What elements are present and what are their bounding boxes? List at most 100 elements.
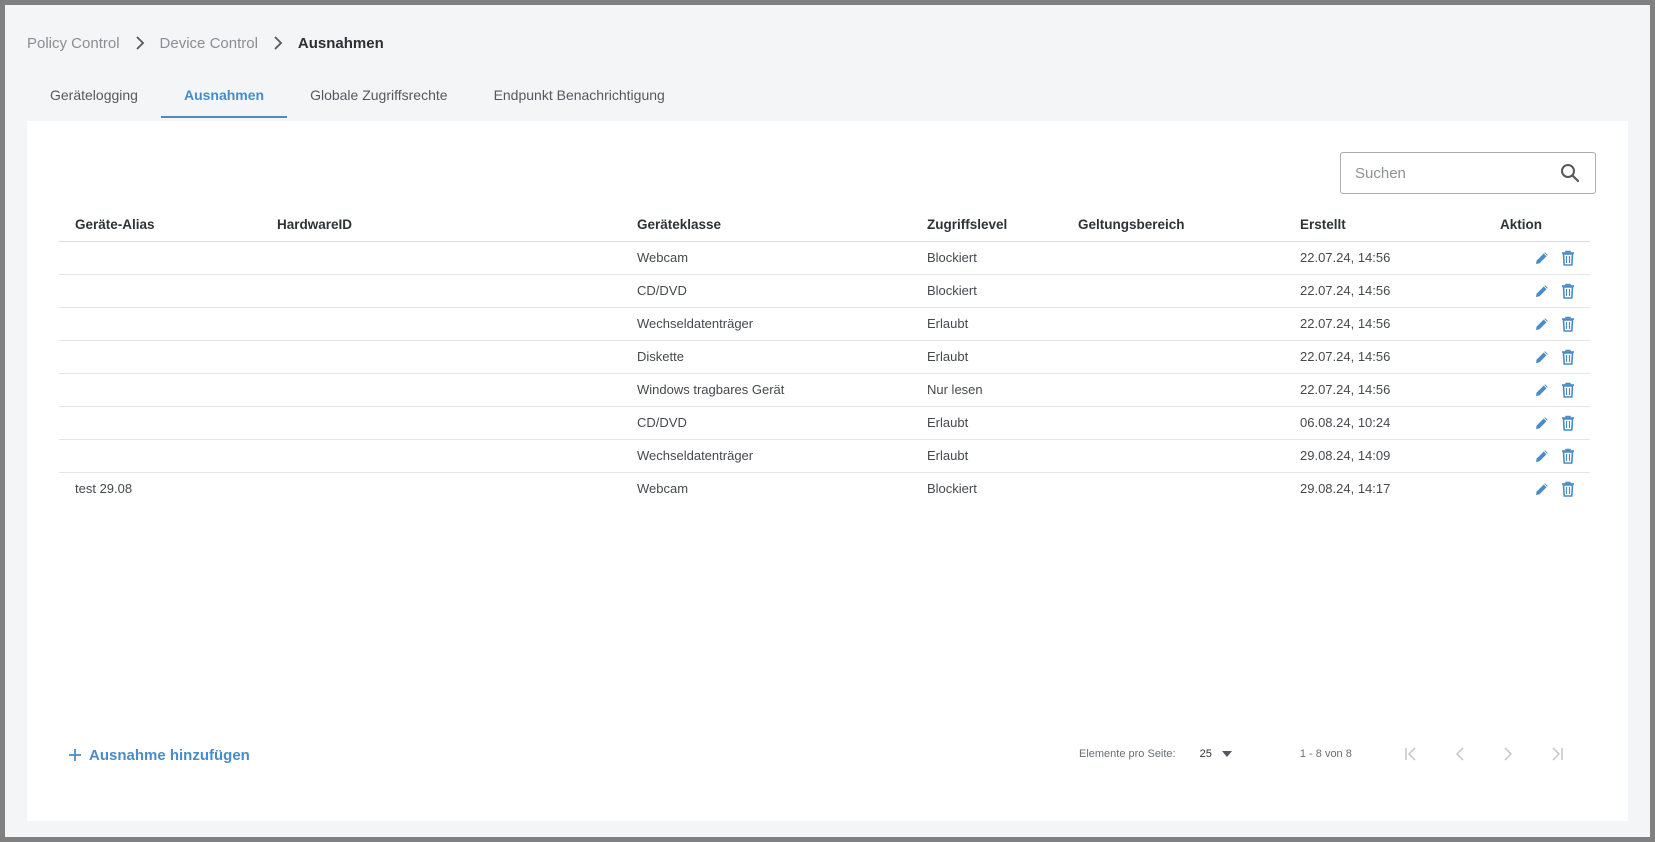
cell-actions (1500, 274, 1590, 308)
plus-icon (69, 749, 81, 761)
table-row: Wechseldatenträger Erlaubt 22.07.24, 14:56 (59, 307, 1590, 341)
breadcrumb-item-policy-control[interactable]: Policy Control (27, 35, 120, 52)
cell-device-class: Diskette (637, 340, 927, 374)
row-actions (1500, 413, 1590, 433)
edit-icon[interactable] (1532, 347, 1552, 367)
delete-icon[interactable] (1558, 248, 1578, 268)
cell-actions (1500, 472, 1590, 505)
edit-icon[interactable] (1532, 380, 1552, 400)
cell-alias (59, 241, 277, 275)
cell-device-class: CD/DVD (637, 406, 927, 440)
add-exception-button[interactable]: Ausnahme hinzufügen (69, 744, 250, 766)
cell-access-level: Erlaubt (927, 439, 1078, 473)
column-header-created[interactable]: Erstellt (1300, 208, 1500, 242)
cell-created: 29.08.24, 14:17 (1300, 481, 1391, 497)
paginator: Elemente pro Seite: 25 1 - 8 von 8 (1079, 742, 1568, 766)
cell-access-level: Blockiert (927, 241, 1078, 275)
tab-endpunkt-benachrichtigung[interactable]: Endpunkt Benachrichtigung (471, 75, 688, 118)
row-actions (1500, 281, 1590, 301)
column-header-action: Aktion (1500, 208, 1590, 242)
column-header-scope[interactable]: Geltungsbereich (1078, 208, 1300, 242)
cell-scope (1078, 340, 1300, 374)
cell-created: 06.08.24, 10:24 (1300, 406, 1500, 440)
breadcrumb-item-device-control[interactable]: Device Control (160, 35, 258, 52)
cell-scope (1078, 472, 1300, 505)
cell-device-class: Windows tragbares Gerät (637, 373, 927, 407)
cell-actions (1500, 373, 1590, 407)
cell-created: 22.07.24, 14:56 (1300, 373, 1500, 407)
row-actions (1500, 479, 1590, 499)
column-header-alias[interactable]: Geräte-Alias (59, 208, 277, 242)
tab-bar: Gerätelogging Ausnahmen Globale Zugriffs… (27, 75, 688, 118)
cell-hardware-id (277, 472, 637, 505)
search-input[interactable] (1355, 164, 1559, 182)
page-range-label: 1 - 8 von 8 (1299, 748, 1352, 760)
cell-actions (1500, 307, 1590, 341)
column-header-device-class[interactable]: Geräteklasse (637, 208, 927, 242)
column-header-access-level[interactable]: Zugriffslevel (927, 208, 1078, 242)
delete-icon[interactable] (1558, 347, 1578, 367)
cell-scope (1078, 373, 1300, 407)
items-per-page-value: 25 (1199, 748, 1212, 760)
table-row: Wechseldatenträger Erlaubt 29.08.24, 14:09 (59, 439, 1590, 473)
first-page-icon[interactable] (1400, 742, 1424, 766)
app-frame: Policy Control Device Control Ausnahmen … (5, 5, 1650, 837)
cell-scope (1078, 439, 1300, 473)
next-page-icon[interactable] (1496, 742, 1520, 766)
cell-access-level: Blockiert (927, 481, 977, 497)
last-page-icon[interactable] (1544, 742, 1568, 766)
search-icon[interactable] (1559, 162, 1581, 184)
cell-access-level: Erlaubt (927, 307, 1078, 341)
cell-scope (1078, 274, 1300, 308)
tab-ausnahmen[interactable]: Ausnahmen (160, 75, 288, 118)
edit-icon[interactable] (1532, 281, 1552, 301)
table-row: Diskette Erlaubt 22.07.24, 14:56 (59, 340, 1590, 374)
cell-actions (1500, 340, 1590, 374)
tab-globale-zugriffsrechte[interactable]: Globale Zugriffsrechte (287, 75, 470, 118)
table-row: CD/DVD Erlaubt 06.08.24, 10:24 (59, 406, 1590, 440)
cell-access-level: Nur lesen (927, 373, 1078, 407)
edit-icon[interactable] (1532, 248, 1552, 268)
chevron-right-icon (120, 36, 160, 50)
exceptions-table: Geräte-Alias HardwareID Geräteklasse Zug… (59, 208, 1590, 505)
tab-geraetelogging[interactable]: Gerätelogging (27, 75, 161, 118)
delete-icon[interactable] (1558, 314, 1578, 334)
column-header-hardware-id[interactable]: HardwareID (277, 208, 637, 242)
cell-created: 22.07.24, 14:56 (1300, 340, 1500, 374)
previous-page-icon[interactable] (1448, 742, 1472, 766)
breadcrumb: Policy Control Device Control Ausnahmen (27, 33, 384, 53)
search-box (1340, 152, 1596, 194)
delete-icon[interactable] (1558, 380, 1578, 400)
edit-icon[interactable] (1532, 413, 1552, 433)
cell-scope (1078, 307, 1300, 341)
row-actions (1500, 380, 1590, 400)
edit-icon[interactable] (1532, 446, 1552, 466)
row-actions (1500, 347, 1590, 367)
items-per-page-label: Elemente pro Seite: (1079, 748, 1176, 760)
cell-device-class: Webcam (637, 241, 927, 275)
cell-scope (1078, 406, 1300, 440)
chevron-right-icon (258, 36, 298, 50)
cell-alias (59, 439, 277, 473)
cell-hardware-id (277, 373, 637, 407)
cell-access-level: Erlaubt (927, 406, 1078, 440)
items-per-page-select[interactable]: 25 (1200, 748, 1232, 760)
cell-alias (59, 406, 277, 440)
table-row: Webcam Blockiert 22.07.24, 14:56 (59, 241, 1590, 275)
delete-icon[interactable] (1558, 413, 1578, 433)
cell-access-level: Blockiert (927, 274, 1078, 308)
row-actions (1500, 314, 1590, 334)
edit-icon[interactable] (1532, 479, 1552, 499)
row-actions (1500, 248, 1590, 268)
delete-icon[interactable] (1558, 281, 1578, 301)
table-row: Windows tragbares Gerät Nur lesen 22.07.24… (59, 373, 1590, 407)
cell-device-class: Wechseldatenträger (637, 439, 927, 473)
cell-created: 29.08.24, 14:09 (1300, 439, 1500, 473)
cell-alias (59, 340, 277, 374)
cell-actions (1500, 406, 1590, 440)
edit-icon[interactable] (1532, 314, 1552, 334)
delete-icon[interactable] (1558, 446, 1578, 466)
delete-icon[interactable] (1558, 479, 1578, 499)
cell-hardware-id (277, 340, 637, 374)
cell-created: 22.07.24, 14:56 (1300, 274, 1500, 308)
